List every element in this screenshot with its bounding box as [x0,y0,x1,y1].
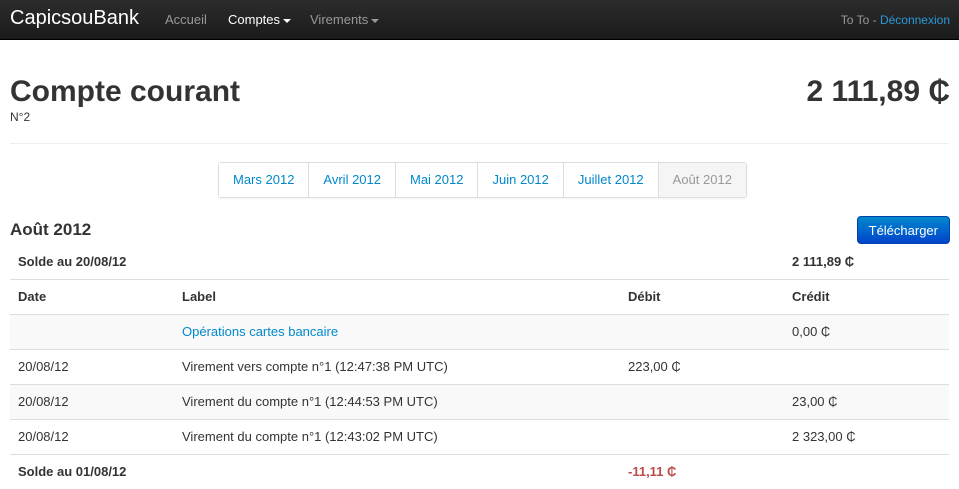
account-number: N°2 [10,110,31,124]
row-date: 20/08/12 [10,348,174,384]
table-row: 20/08/12 Virement du compte n°1 (12:44:5… [10,383,949,419]
row-credit: 2 323,00 ₵ [784,418,949,454]
row-debit: 223,00 ₵ [620,348,784,384]
chevron-down-icon [371,18,380,23]
closing-balance-credit [784,453,949,489]
download-button[interactable]: Télécharger [856,216,950,244]
row-label: Opérations cartes bancaire [174,313,620,349]
row-debit [620,313,784,349]
table-row: 20/08/12 Virement vers compte n°1 (12:47… [10,348,949,384]
closing-balance-row: Solde au 01/08/12 -11,11 ₵ [10,453,949,489]
header-label: Label [174,278,620,314]
month-heading: Août 2012 [10,220,92,239]
card-operations-link[interactable]: Opérations cartes bancaire [182,324,338,339]
row-label: Virement du compte n°1 (12:44:53 PM UTC) [174,383,620,419]
month-link-aout-2012: Août 2012 [657,163,746,197]
page-title: Compte courant [10,75,241,108]
row-date: 20/08/12 [10,418,174,454]
month-pagination: Mars 2012 Avril 2012 Mai 2012 Juin 2012 … [218,162,747,198]
chevron-down-icon [283,18,292,23]
nav-virements-label: Virements [310,12,369,27]
user-area: To To - Déconnexion [841,13,950,27]
table-header-row: Date Label Débit Crédit [10,278,949,314]
row-credit [784,348,949,384]
row-credit: 23,00 ₵ [784,383,949,419]
table-row: Opérations cartes bancaire 0,00 ₵ [10,313,949,349]
row-date: 20/08/12 [10,383,174,419]
month-link-juillet-2012[interactable]: Juillet 2012 [562,163,658,197]
header-debit: Débit [620,278,784,314]
row-date [10,313,174,349]
row-label: Virement du compte n°1 (12:43:02 PM UTC) [174,418,620,454]
month-link-avril-2012[interactable]: Avril 2012 [308,163,395,197]
nav-accueil[interactable]: Accueil [165,12,207,27]
nav-comptes-dropdown[interactable]: Comptes [228,12,292,27]
table-row: 20/08/12 Virement du compte n°1 (12:43:0… [10,418,949,454]
row-debit [620,418,784,454]
user-separator: - [869,13,880,27]
nav-comptes-label: Comptes [228,12,281,27]
navbar: CapicsouBank Accueil Comptes Virements T… [0,0,959,40]
month-link-mars-2012[interactable]: Mars 2012 [219,163,309,197]
closing-balance-debit: -11,11 ₵ [620,453,784,489]
opening-balance-label: Solde au 20/08/12 [18,253,127,269]
user-name: To To [840,13,870,27]
row-debit [620,383,784,419]
opening-balance-value: 2 111,89 ₵ [792,253,855,269]
row-label: Virement vers compte n°1 (12:47:38 PM UT… [174,348,620,384]
header-credit: Crédit [784,278,949,314]
row-credit: 0,00 ₵ [784,313,949,349]
opening-balance-row: Solde au 20/08/12 2 111,89 ₵ [10,244,949,279]
account-balance: 2 111,89 ₵ [806,75,950,108]
month-link-juin-2012[interactable]: Juin 2012 [477,163,563,197]
logout-link[interactable]: Déconnexion [880,13,950,27]
closing-balance-label: Solde au 01/08/12 [10,453,620,489]
nav-virements-dropdown[interactable]: Virements [310,12,380,27]
month-link-mai-2012[interactable]: Mai 2012 [395,163,478,197]
divider [10,143,949,144]
transactions-table: Solde au 20/08/12 2 111,89 ₵ Date Label … [10,244,949,489]
brand-link[interactable]: CapicsouBank [10,7,139,30]
header-date: Date [10,278,174,314]
